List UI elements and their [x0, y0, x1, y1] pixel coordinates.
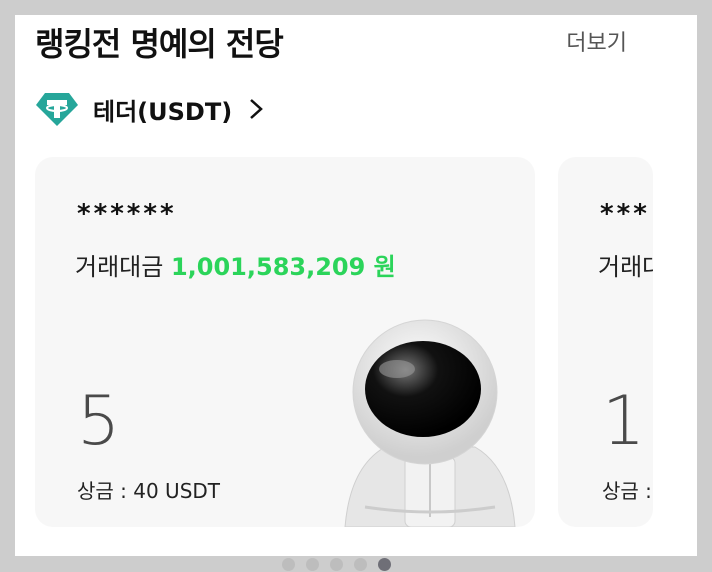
- trade-volume: 거래대금 1,001,583,209 원: [75, 247, 396, 282]
- pagination-dot[interactable]: [306, 558, 319, 571]
- pagination-dot[interactable]: [330, 558, 343, 571]
- page-title: 랭킹전 명예의 전당: [35, 25, 284, 63]
- masked-username: ******: [77, 199, 177, 229]
- ranking-card[interactable]: ****** 거래대금 1,001,583,209 원 5 상금 : 40 US…: [35, 157, 535, 527]
- rank-number: 1: [602, 382, 646, 461]
- astronaut-illustration: [344, 319, 516, 527]
- chevron-right-icon[interactable]: [246, 97, 266, 121]
- coin-selector[interactable]: 테더(USDT): [35, 87, 266, 131]
- pagination-dot[interactable]: [354, 558, 367, 571]
- masked-username: ***: [600, 199, 650, 229]
- trade-volume-value: 1,001,583,209 원: [170, 253, 396, 281]
- coin-name: 테더(USDT): [93, 97, 233, 126]
- prize-label: 상금 : 40 USDT: [77, 479, 221, 503]
- carousel-pagination: [282, 558, 391, 571]
- hall-of-fame-panel: 랭킹전 명예의 전당 더보기 테더(USDT) ****** 거래대금 1,00…: [15, 15, 697, 556]
- tether-icon: [36, 93, 78, 126]
- pagination-dot[interactable]: [282, 558, 295, 571]
- prize-label: 상금 :: [602, 479, 652, 503]
- pagination-dot-active[interactable]: [378, 558, 391, 571]
- ranking-card[interactable]: *** 거래대 1 상금 :: [558, 157, 653, 527]
- trade-volume-label: 거래대: [598, 253, 653, 281]
- trade-volume-label: 거래대금: [75, 253, 164, 281]
- trade-volume: 거래대: [598, 247, 653, 282]
- rank-number: 5: [77, 382, 121, 461]
- more-link[interactable]: 더보기: [566, 25, 627, 57]
